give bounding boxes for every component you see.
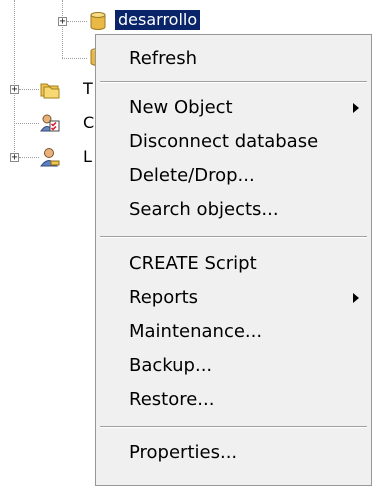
submenu-arrow-icon [353,103,359,113]
tree-node-login-roles[interactable]: L [83,147,92,167]
login-roles-icon [40,148,60,167]
menu-separator [100,426,367,428]
menu-separator [100,81,367,83]
menu-item-create-script[interactable]: CREATE Script [96,247,371,281]
menu-item-new-object[interactable]: New Object [96,91,371,125]
menu-item-label: Restore... [129,389,215,410]
menu-item-reports[interactable]: Reports [96,281,371,315]
menu-item-disconnect-database[interactable]: Disconnect database [96,125,371,159]
menu-item-label: New Object [129,97,233,118]
menu-item-label: Reports [129,287,199,308]
folders-icon [40,83,60,99]
tree-connector [14,123,39,124]
menu-item-label: Delete/Drop... [129,165,255,186]
menu-item-restore[interactable]: Restore... [96,383,371,417]
tree-connector [14,0,15,160]
tree-node-group-roles[interactable]: C [83,113,94,133]
menu-item-delete-drop[interactable]: Delete/Drop... [96,159,371,193]
submenu-arrow-icon [353,293,359,303]
tree-connector [19,89,39,90]
context-menu: Refresh New Object Disconnect database D… [95,34,372,486]
tree-node-tablespaces[interactable]: T [83,79,93,99]
tree-node-desarrollo[interactable]: desarrollo [115,10,201,30]
menu-item-label: Properties... [129,442,238,463]
tree-connector [62,0,63,58]
menu-item-refresh[interactable]: Refresh [96,42,371,76]
tree-connector [67,21,87,22]
menu-item-properties[interactable]: Properties... [96,436,371,470]
menu-item-label: Maintenance... [129,321,263,342]
menu-item-label: CREATE Script [129,253,257,274]
menu-item-label: Search objects... [129,199,279,220]
tree-connector [19,157,39,158]
menu-item-backup[interactable]: Backup... [96,349,371,383]
tree-connector [62,58,87,59]
menu-item-label: Refresh [129,48,197,69]
expand-login-roles-toggle[interactable]: + [10,153,19,163]
menu-separator [100,236,367,238]
menu-item-maintenance[interactable]: Maintenance... [96,315,371,349]
expand-tablespaces-toggle[interactable]: + [10,85,19,95]
expand-desarrollo-toggle[interactable]: + [58,17,67,27]
group-roles-icon [40,114,60,132]
database-icon [90,12,106,30]
menu-item-label: Disconnect database [129,131,319,152]
menu-item-label: Backup... [129,355,213,376]
menu-item-search-objects[interactable]: Search objects... [96,193,371,227]
